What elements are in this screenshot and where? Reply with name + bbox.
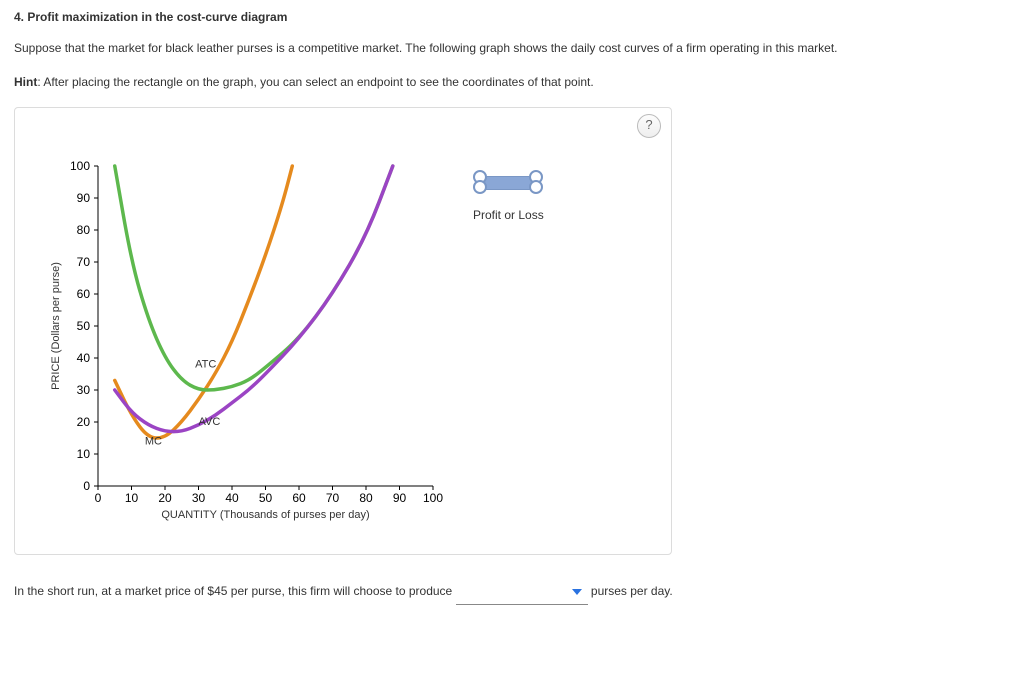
- svg-text:10: 10: [77, 447, 91, 461]
- svg-text:50: 50: [77, 319, 91, 333]
- svg-text:20: 20: [158, 491, 172, 505]
- cost-curve-chart[interactable]: 0 10 20 30 40 50 60 70 80 90 100 0 10 20 30 40 50 60 70 80 9…: [43, 156, 443, 536]
- svg-text:80: 80: [77, 223, 91, 237]
- svg-text:80: 80: [359, 491, 373, 505]
- svg-text:100: 100: [70, 159, 90, 173]
- draggable-legend[interactable]: Profit or Loss: [473, 166, 544, 222]
- svg-text:40: 40: [77, 351, 91, 365]
- question-hint: Hint: After placing the rectangle on the…: [14, 72, 1010, 92]
- profit-loss-label: Profit or Loss: [473, 208, 544, 222]
- answer-after: purses per day.: [591, 584, 673, 598]
- svg-text:QUANTITY (Thousands of purses: QUANTITY (Thousands of purses per day): [161, 509, 369, 521]
- svg-text:60: 60: [77, 287, 91, 301]
- svg-text:0: 0: [95, 491, 102, 505]
- svg-text:70: 70: [77, 255, 91, 269]
- question-title: 4. Profit maximization in the cost-curve…: [14, 10, 1010, 24]
- quantity-dropdown[interactable]: [456, 581, 588, 606]
- svg-text:10: 10: [125, 491, 139, 505]
- svg-text:MC: MC: [145, 435, 162, 447]
- answer-sentence: In the short run, at a market price of $…: [14, 581, 1010, 606]
- graph-panel: ? 0 10 20 30 40 50 60 70 80 90 100 0 10 20 30 40 50 60 70 8…: [14, 107, 672, 555]
- svg-text:100: 100: [423, 491, 443, 505]
- profit-loss-rect-icon[interactable]: [473, 166, 543, 198]
- svg-text:90: 90: [77, 191, 91, 205]
- svg-text:20: 20: [77, 415, 91, 429]
- help-icon[interactable]: ?: [637, 114, 661, 138]
- answer-before: In the short run, at a market price of $…: [14, 584, 456, 598]
- svg-text:PRICE (Dollars per purse): PRICE (Dollars per purse): [50, 262, 62, 390]
- hint-text: : After placing the rectangle on the gra…: [37, 75, 593, 89]
- question-prompt: Suppose that the market for black leathe…: [14, 38, 1010, 58]
- chevron-down-icon: [572, 589, 582, 595]
- svg-text:30: 30: [77, 383, 91, 397]
- svg-text:30: 30: [192, 491, 206, 505]
- svg-text:90: 90: [393, 491, 407, 505]
- svg-text:0: 0: [83, 479, 90, 493]
- svg-text:40: 40: [225, 491, 239, 505]
- svg-text:ATC: ATC: [195, 358, 216, 370]
- svg-text:70: 70: [326, 491, 340, 505]
- hint-label: Hint: [14, 75, 37, 89]
- svg-text:AVC: AVC: [199, 416, 221, 428]
- svg-text:50: 50: [259, 491, 273, 505]
- svg-text:60: 60: [292, 491, 306, 505]
